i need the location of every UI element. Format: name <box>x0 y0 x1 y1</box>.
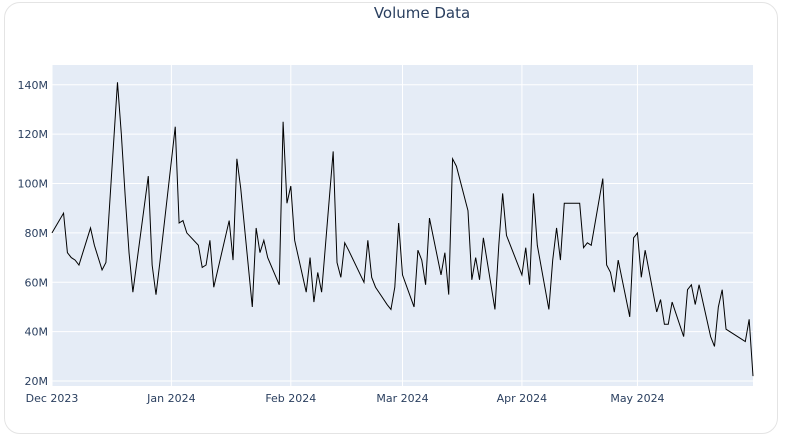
y-tick-label: 100M <box>18 178 49 191</box>
x-axis-ticks: Dec 2023 Jan 2024 Feb 2024 Mar 2024 Apr 2024… <box>26 392 665 405</box>
y-axis-ticks: 20M 40M 60M 80M 100M 120M 140M <box>18 79 49 388</box>
x-tick-label: Feb 2024 <box>265 392 316 405</box>
volume-chart: Volume Data 20M 40M 60M 80M 100M 120M 140M Dec… <box>18 4 754 405</box>
y-tick-label: 120M <box>18 128 49 141</box>
y-tick-label: 80M <box>25 227 49 240</box>
x-tick-label: May 2024 <box>610 392 664 405</box>
y-tick-label: 20M <box>25 375 49 388</box>
x-tick-label: Jan 2024 <box>146 392 195 405</box>
x-tick-label: Mar 2024 <box>376 392 428 405</box>
x-tick-label: Apr 2024 <box>497 392 548 405</box>
y-tick-label: 60M <box>25 276 49 289</box>
y-tick-label: 140M <box>18 79 49 92</box>
chart-title: Volume Data <box>374 4 470 22</box>
x-tick-label: Dec 2023 <box>26 392 79 405</box>
y-tick-label: 40M <box>25 326 49 339</box>
